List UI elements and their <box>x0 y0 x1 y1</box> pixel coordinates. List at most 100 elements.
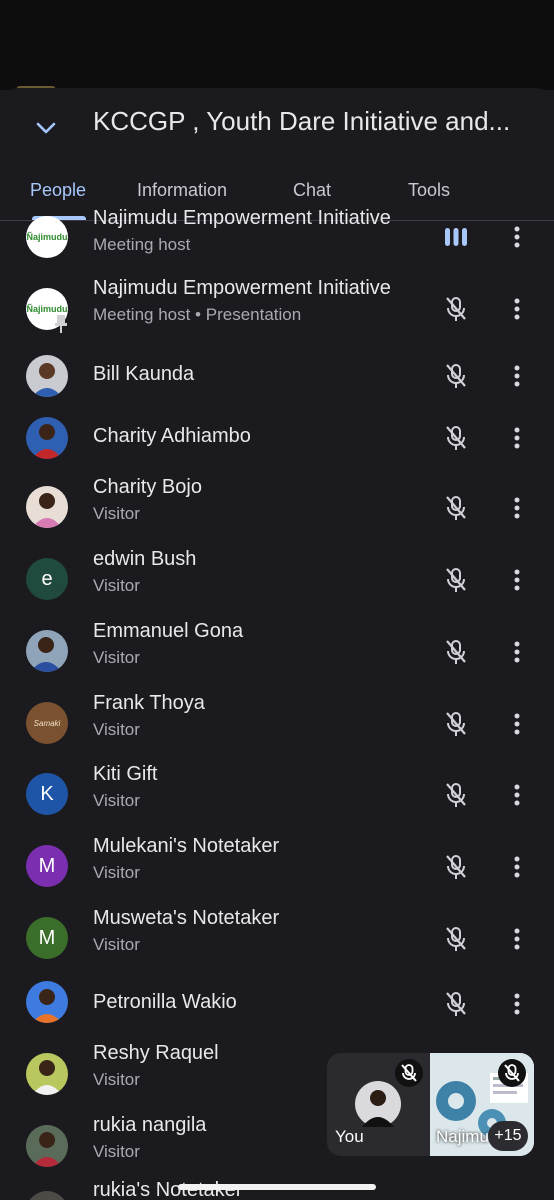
participant-row[interactable]: Emmanuel Gona Visitor <box>0 618 554 690</box>
more-vert-icon <box>514 856 520 878</box>
mic-off-icon <box>446 855 466 879</box>
participant-role: Visitor <box>93 576 140 595</box>
mic-status[interactable] <box>440 636 472 668</box>
more-vert-icon <box>514 298 520 320</box>
mic-off-icon <box>446 640 466 664</box>
participant-name: Kiti Gift <box>93 763 158 785</box>
participant-role: Visitor <box>93 791 140 810</box>
mic-off-icon <box>446 426 466 450</box>
more-options-button[interactable] <box>504 564 530 596</box>
mic-status[interactable] <box>440 422 472 454</box>
more-options-button[interactable] <box>504 779 530 811</box>
more-vert-icon <box>514 993 520 1015</box>
avatar-letter: M <box>26 917 68 959</box>
participant-row[interactable]: Ñajimudu Najimudu Empowerment Initiative… <box>0 277 554 353</box>
mic-off-icon <box>446 927 466 951</box>
avatar <box>26 1053 68 1095</box>
avatar-letter: K <box>26 773 68 815</box>
participant-row[interactable]: e edwin Bush Visitor <box>0 546 554 618</box>
person-photo <box>32 989 62 1023</box>
mic-off-icon <box>498 1059 526 1087</box>
more-options-button[interactable] <box>504 851 530 883</box>
tab-chat[interactable]: Chat <box>293 180 331 201</box>
more-vert-icon <box>514 641 520 663</box>
person-photo <box>32 1060 62 1095</box>
more-options-button[interactable] <box>504 988 530 1020</box>
mic-off-icon <box>446 712 466 736</box>
mic-status[interactable] <box>440 293 472 325</box>
person-photo <box>30 637 62 672</box>
mic-status[interactable] <box>440 779 472 811</box>
participant-name: Najimudu Empowerment Initiative <box>93 277 391 299</box>
avatar <box>26 486 68 528</box>
more-options-button[interactable] <box>504 422 530 454</box>
more-vert-icon <box>514 928 520 950</box>
participant-row[interactable]: M Musweta's Notetaker Visitor <box>0 905 554 977</box>
collapse-button[interactable] <box>28 110 64 146</box>
mic-status[interactable] <box>440 492 472 524</box>
mic-status[interactable] <box>440 708 472 740</box>
presenter-label: Najimu <box>436 1127 489 1146</box>
self-label: You <box>335 1127 364 1146</box>
mic-status[interactable] <box>440 851 472 883</box>
avatar <box>26 630 68 672</box>
participant-name: Emmanuel Gona <box>93 620 244 642</box>
pip-window[interactable]: You Najimu +15 <box>327 1053 534 1156</box>
mic-off-icon <box>446 364 466 388</box>
mic-status[interactable] <box>440 564 472 596</box>
pin-icon <box>55 315 67 333</box>
participant-row[interactable]: Charity Bojo Visitor <box>0 474 554 546</box>
tab-information[interactable]: Information <box>137 180 227 201</box>
tab-people[interactable]: People <box>30 180 86 201</box>
participant-row[interactable]: Petronilla Wakio <box>0 976 554 1048</box>
avatar-letter: M <box>26 845 68 887</box>
presentation-tile[interactable]: Najimu +15 <box>430 1053 534 1156</box>
participant-name: Musweta's Notetaker <box>93 907 280 929</box>
speaking-indicator[interactable] <box>440 221 472 253</box>
participant-row[interactable]: Samaki Frank Thoya Visitor <box>0 690 554 762</box>
avatar-letter: e <box>26 558 68 600</box>
participant-row[interactable]: M Mulekani's Notetaker Visitor <box>0 833 554 905</box>
mic-off-icon <box>446 496 466 520</box>
avatar <box>26 1125 68 1167</box>
najimudu-logo: Ñajimudu <box>26 304 68 314</box>
mic-off-icon <box>395 1059 423 1087</box>
participant-name: rukia nangila <box>93 1114 207 1136</box>
person-photo <box>32 1132 62 1167</box>
avatar: Samaki <box>26 702 68 744</box>
participant-role: Visitor <box>93 863 140 882</box>
participant-row[interactable]: K Kiti Gift Visitor <box>0 761 554 833</box>
self-tile[interactable]: You <box>327 1053 429 1156</box>
more-vert-icon <box>514 569 520 591</box>
participant-name: Charity Bojo <box>93 476 202 498</box>
more-options-button[interactable] <box>504 923 530 955</box>
mic-status[interactable] <box>440 923 472 955</box>
more-options-button[interactable] <box>504 221 530 253</box>
more-options-button[interactable] <box>504 636 530 668</box>
more-vert-icon <box>514 497 520 519</box>
participant-name: Petronilla Wakio <box>93 991 237 1013</box>
chevron-down-icon <box>36 122 56 134</box>
participant-role: Visitor <box>93 1070 140 1089</box>
participant-name: edwin Bush <box>93 548 197 570</box>
participant-name: Mulekani's Notetaker <box>93 835 280 857</box>
more-options-button[interactable] <box>504 492 530 524</box>
participant-name: Najimudu Empowerment Initiative <box>93 207 391 229</box>
more-options-button[interactable] <box>504 360 530 392</box>
person-photo <box>32 493 62 528</box>
more-options-button[interactable] <box>504 708 530 740</box>
mic-status[interactable] <box>440 360 472 392</box>
more-participants-badge[interactable]: +15 <box>488 1121 528 1151</box>
more-options-button[interactable] <box>504 293 530 325</box>
najimudu-logo: Ñajimudu <box>26 232 68 242</box>
participant-name: Frank Thoya <box>93 692 205 714</box>
participant-name: Reshy Raquel <box>93 1042 219 1064</box>
home-indicator[interactable] <box>178 1184 376 1190</box>
self-avatar <box>355 1081 401 1127</box>
avatar <box>26 1191 68 1200</box>
mic-status[interactable] <box>440 988 472 1020</box>
tab-tools[interactable]: Tools <box>408 180 450 201</box>
samaki-logo: Samaki <box>33 718 61 728</box>
participant-row[interactable]: Ñajimudu Najimudu Empowerment Initiative… <box>0 207 554 283</box>
mic-off-icon <box>446 297 466 321</box>
